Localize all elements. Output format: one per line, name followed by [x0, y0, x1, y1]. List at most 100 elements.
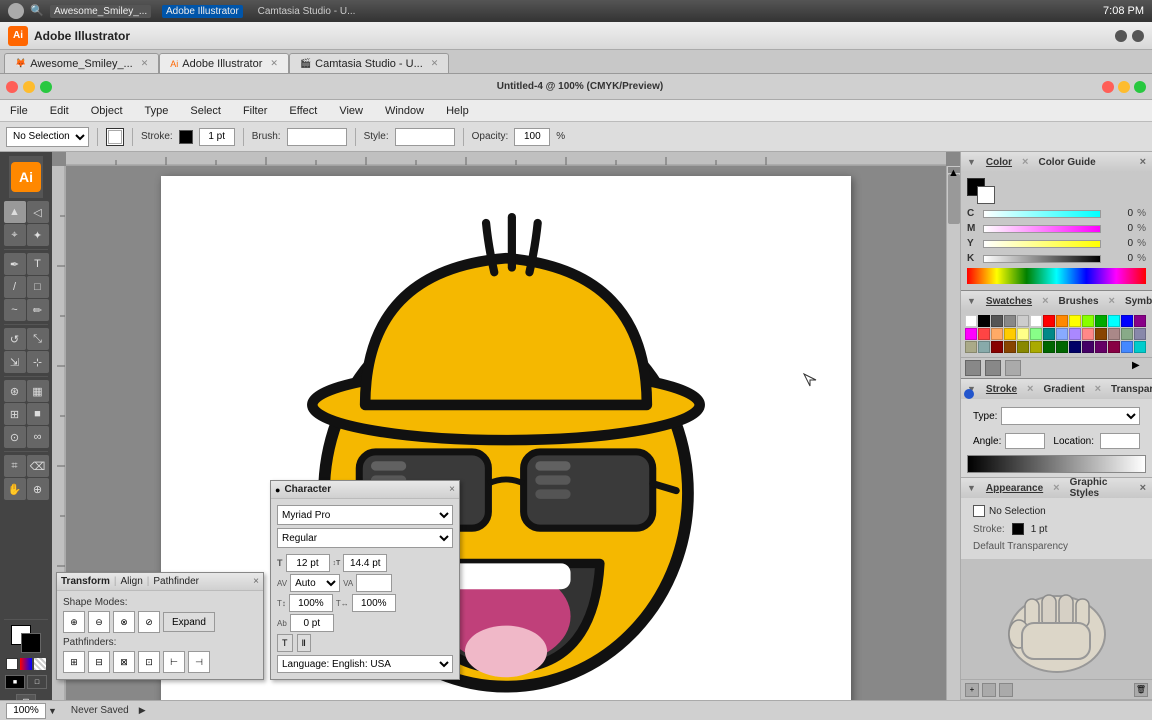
swatch-green[interactable] — [1095, 315, 1107, 327]
max-btn[interactable] — [1134, 81, 1146, 93]
swatch-aqua[interactable] — [1134, 341, 1146, 353]
swatch-red[interactable] — [1043, 315, 1055, 327]
swatch-brown[interactable] — [1095, 328, 1107, 340]
selection-type-dropdown[interactable]: No Selection — [6, 127, 89, 147]
swatch-pink[interactable] — [1082, 328, 1094, 340]
swatch-gray[interactable] — [1004, 315, 1016, 327]
pathfinder-subtract[interactable]: ⊣ — [188, 651, 210, 673]
swatch-periwinkle[interactable] — [1134, 328, 1146, 340]
color-panel-close[interactable]: × — [1140, 156, 1146, 168]
blend-tool[interactable]: ∞ — [27, 426, 49, 448]
pencil-tool[interactable]: ✏ — [27, 299, 49, 321]
language-select[interactable]: Language: English: USA — [277, 655, 453, 673]
stroke-tab[interactable]: Stroke — [980, 382, 1023, 397]
window-close-button[interactable] — [6, 81, 18, 93]
scale-tool[interactable]: ⤡ — [27, 328, 49, 350]
align-tab[interactable]: Align — [121, 576, 143, 587]
h-scale-input[interactable] — [352, 594, 396, 612]
gradient-tool[interactable]: ■ — [27, 403, 49, 425]
leading-input[interactable] — [343, 554, 387, 572]
vertical-scroll-thumb[interactable] — [948, 174, 960, 224]
gradient-icon[interactable] — [20, 658, 32, 670]
brushes-tab[interactable]: Brushes — [1053, 294, 1105, 309]
swatch-lt-green[interactable] — [1030, 328, 1042, 340]
minimize-button[interactable] — [1115, 30, 1127, 42]
location-input[interactable] — [1100, 433, 1140, 449]
swatch-black[interactable] — [978, 315, 990, 327]
zoom-dropdown-btn[interactable]: ▼ — [48, 706, 57, 716]
appearance-delete-btn[interactable]: 🗑 — [1134, 683, 1148, 697]
symbols-tab[interactable]: Symbols — [1119, 294, 1152, 309]
color-guide-tab[interactable]: Color Guide — [1032, 155, 1101, 170]
menu-view[interactable]: View — [335, 103, 367, 119]
swatch-dark-green[interactable] — [1056, 341, 1068, 353]
yellow-slider[interactable] — [983, 240, 1101, 248]
window-min-button[interactable] — [23, 81, 35, 93]
line-tool[interactable]: / — [4, 276, 26, 298]
appearance-btn-3[interactable] — [999, 683, 1013, 697]
swatch-cadet[interactable] — [978, 341, 990, 353]
swatch-navy[interactable] — [1069, 341, 1081, 353]
swatch-btn-2[interactable] — [985, 360, 1001, 376]
swatch-orange[interactable] — [1056, 315, 1068, 327]
kerning-select[interactable]: Auto — [290, 574, 340, 592]
zoom-input[interactable] — [6, 703, 46, 719]
font-family-select[interactable]: Myriad Pro — [277, 505, 453, 525]
menu-file[interactable]: File — [6, 103, 32, 119]
swatch-lt-red[interactable] — [978, 328, 990, 340]
swatch-salmon[interactable] — [991, 328, 1003, 340]
font-size-input[interactable] — [286, 554, 330, 572]
column-graph-tool[interactable]: ▦ — [27, 380, 49, 402]
direct-selection-tool[interactable]: ◁ — [27, 201, 49, 223]
rect-tool[interactable]: □ — [27, 276, 49, 298]
swatch-lt-blue[interactable] — [1056, 328, 1068, 340]
swatch-cyan[interactable] — [1108, 315, 1120, 327]
swatch-gold[interactable] — [1004, 328, 1016, 340]
swatch-yellow[interactable] — [1069, 315, 1081, 327]
status-arrow-btn[interactable]: ▶ — [139, 705, 146, 716]
cyan-slider[interactable] — [983, 210, 1101, 218]
pathfinder-merge[interactable]: ⊠ — [113, 651, 135, 673]
menu-edit[interactable]: Edit — [46, 103, 73, 119]
appearance-tab[interactable]: Appearance — [980, 481, 1049, 496]
appearance-expand-icon[interactable]: ▼ — [967, 483, 976, 493]
symbol-sprayer-tool[interactable]: ⊛ — [4, 380, 26, 402]
stroke-value-input[interactable] — [199, 128, 235, 146]
swatch-indigo[interactable] — [1082, 341, 1094, 353]
color-spectrum-bar[interactable] — [967, 268, 1146, 284]
rotate-tool[interactable]: ↺ — [4, 328, 26, 350]
fill-swatch[interactable] — [106, 128, 124, 146]
font-style-select[interactable]: Regular — [277, 528, 453, 548]
eyedropper-tool[interactable]: ⊙ — [4, 426, 26, 448]
slice-tool[interactable]: ⌗ — [4, 455, 26, 477]
finder-icon[interactable]: 🔍 — [30, 4, 44, 18]
swatch-sky[interactable] — [1121, 341, 1133, 353]
hand-tool[interactable]: ✋ — [4, 478, 26, 500]
menu-help[interactable]: Help — [442, 103, 473, 119]
swatch-dk-gray[interactable] — [991, 315, 1003, 327]
appearance-panel-close[interactable]: × — [1140, 482, 1146, 494]
apple-icon[interactable] — [8, 3, 24, 19]
close-btn[interactable] — [1102, 81, 1114, 93]
tracking-input[interactable] — [356, 574, 392, 592]
opacity-input[interactable] — [514, 128, 550, 146]
char-vertical-btn[interactable]: Ⅱ — [297, 634, 311, 652]
gradient-tab[interactable]: Gradient — [1037, 382, 1090, 397]
swatch-maroon[interactable] — [1108, 341, 1120, 353]
swatches-tab[interactable]: Swatches — [980, 294, 1038, 309]
window-max-button[interactable] — [40, 81, 52, 93]
color-tab[interactable]: Color — [980, 155, 1018, 170]
expand-button[interactable]: Expand — [163, 612, 215, 632]
pathfinder-divide[interactable]: ⊞ — [63, 651, 85, 673]
swatch-mauve[interactable] — [1108, 328, 1120, 340]
pathfinder-crop[interactable]: ⊡ — [138, 651, 160, 673]
scroll-up-arrow[interactable]: ▲ — [948, 167, 960, 173]
fg-bg-color[interactable] — [11, 625, 41, 653]
char-roman-btn[interactable]: T — [277, 634, 293, 652]
swatch-lt-yellow-green[interactable] — [1082, 315, 1094, 327]
swatch-forest[interactable] — [1043, 341, 1055, 353]
zoom-button[interactable] — [1132, 30, 1144, 42]
menu-type[interactable]: Type — [141, 103, 173, 119]
shape-mode-add[interactable]: ⊕ — [63, 611, 85, 633]
black-slider[interactable] — [983, 255, 1101, 263]
